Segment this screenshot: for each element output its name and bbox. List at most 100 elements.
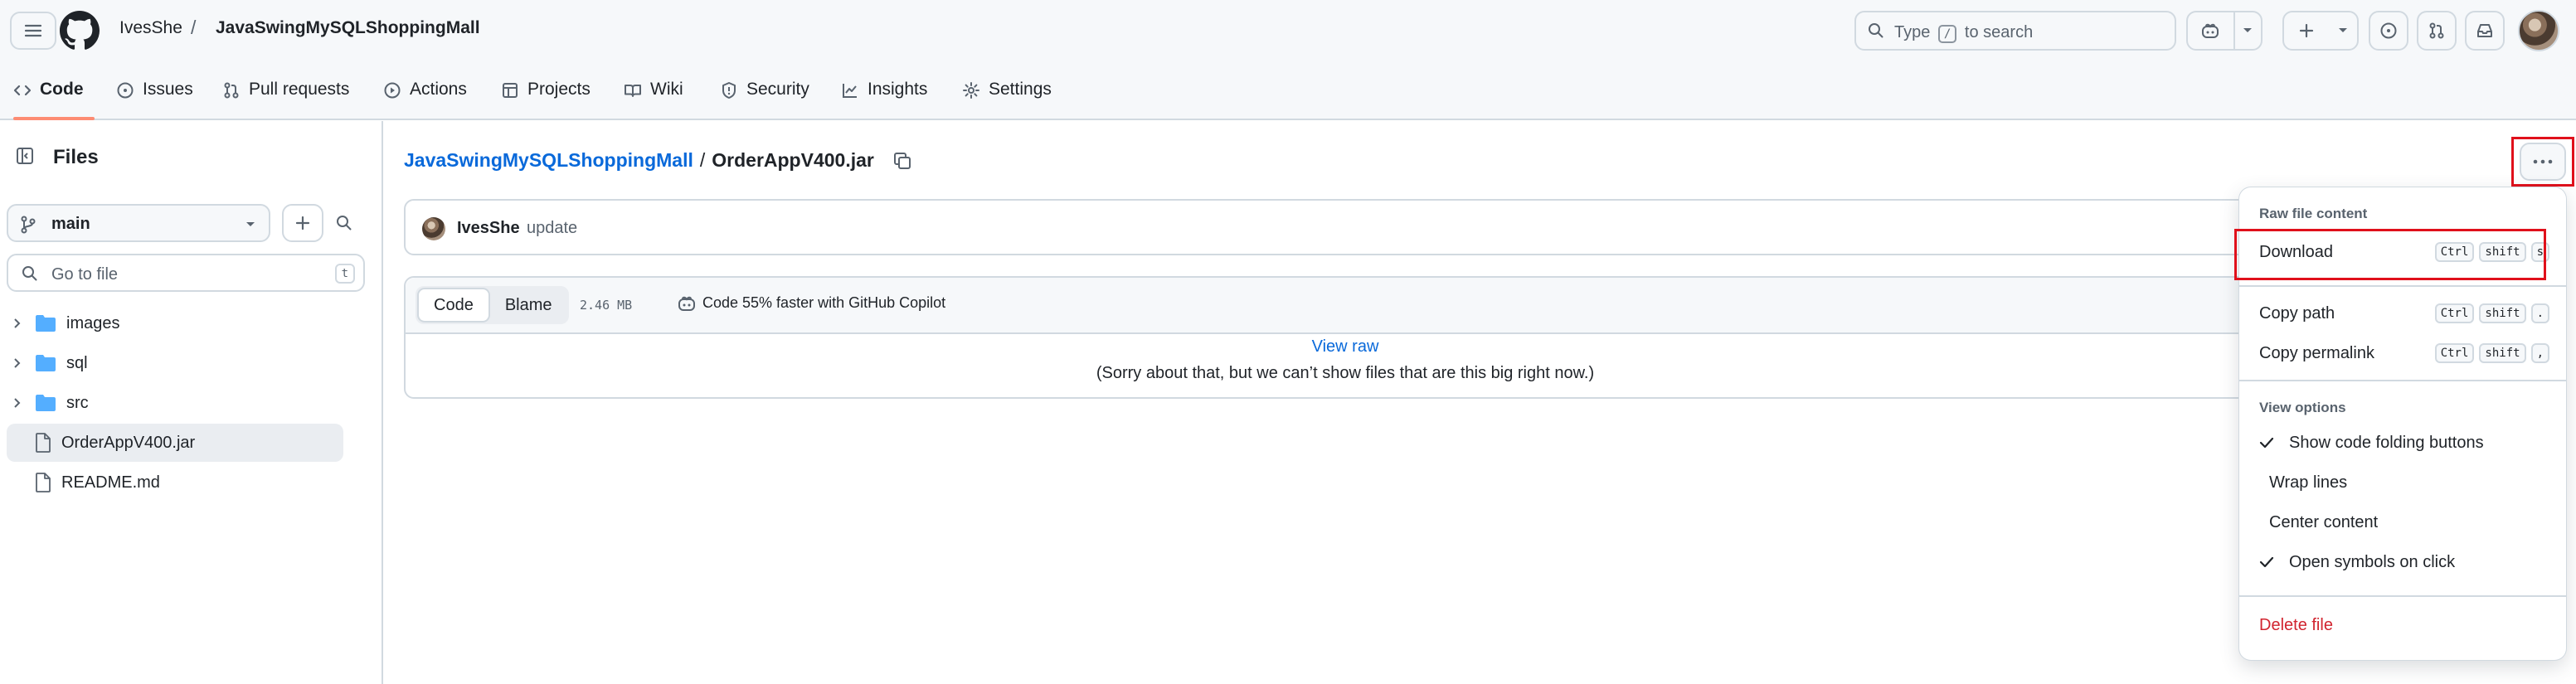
- tab-security[interactable]: Security: [720, 71, 809, 119]
- inbox-icon: [2477, 24, 2492, 37]
- show-code-folding-menu-item[interactable]: Show code folding buttons: [2259, 428, 2549, 458]
- book-icon: [625, 85, 641, 97]
- copilot-dropdown[interactable]: [2233, 12, 2261, 49]
- folder-icon: [36, 355, 56, 371]
- copy-icon: [893, 152, 911, 169]
- copilot-icon: [2202, 23, 2219, 38]
- code-blame-toggle: Code Blame: [416, 286, 569, 324]
- tab-code[interactable]: Code: [13, 71, 95, 120]
- search-input[interactable]: Type / to search: [1854, 11, 2176, 51]
- tree-file-readme-md[interactable]: README.md: [7, 463, 343, 502]
- avatar[interactable]: [2518, 10, 2559, 51]
- chevron-right-icon: [14, 358, 21, 368]
- pull-requests-button[interactable]: [2417, 11, 2457, 51]
- copilot-button[interactable]: [2188, 12, 2233, 49]
- wrap-lines-menu-item[interactable]: Wrap lines: [2259, 468, 2549, 497]
- chevron-right-icon: [14, 398, 21, 408]
- commit-author[interactable]: IvesShe: [457, 219, 520, 238]
- owner-link[interactable]: IvesShe: [119, 18, 182, 38]
- search-placeholder: Type / to search: [1894, 23, 2034, 43]
- graph-icon: [843, 84, 857, 98]
- tree-folder-images[interactable]: images: [7, 304, 343, 342]
- go-to-file-input[interactable]: Go to file t: [7, 254, 365, 292]
- copy-permalink-menu-item[interactable]: Copy permalink Ctrl shift ,: [2259, 338, 2549, 368]
- issues-icon: [2380, 22, 2397, 39]
- plus-icon: [2300, 23, 2314, 38]
- tab-issues[interactable]: Issues: [116, 71, 193, 119]
- tab-pull-requests[interactable]: Pull requests: [222, 71, 349, 119]
- search-icon: [1869, 23, 1883, 38]
- tree-folder-sql[interactable]: sql: [7, 344, 343, 382]
- breadcrumb-slash: /: [699, 149, 706, 171]
- file-icon: [36, 433, 51, 453]
- file-viewer-header: Code Blame 2.46 MB Code 55% faster with …: [406, 278, 2285, 334]
- code-view-button[interactable]: Code: [417, 288, 490, 323]
- more-options-highlight: [2511, 137, 2574, 187]
- tab-settings[interactable]: Settings: [962, 71, 1052, 119]
- current-file-name: OrderAppV400.jar: [712, 149, 874, 171]
- global-header: IvesShe / JavaSwingMySQLShoppingMall Typ…: [0, 0, 2576, 120]
- folder-icon: [36, 395, 56, 411]
- commit-message[interactable]: update: [527, 219, 577, 238]
- inbox-button[interactable]: [2465, 11, 2505, 51]
- tab-insights[interactable]: Insights: [841, 71, 927, 119]
- copy-path-button[interactable]: [892, 151, 912, 171]
- blame-view-button[interactable]: Blame: [490, 288, 567, 323]
- branch-name: main: [51, 215, 90, 233]
- shield-icon: [722, 82, 736, 99]
- view-options-heading: View options: [2259, 400, 2346, 415]
- check-icon: [2259, 437, 2274, 449]
- table-icon: [503, 83, 518, 98]
- menu-button[interactable]: [10, 12, 56, 50]
- branch-selector[interactable]: main: [7, 204, 270, 242]
- gear-icon: [963, 82, 979, 99]
- menu-divider: [2239, 595, 2566, 597]
- chevron-down-icon: [2243, 28, 2253, 32]
- code-icon: [13, 85, 32, 96]
- create-new-button[interactable]: [2284, 12, 2330, 49]
- view-raw-row: View raw: [406, 337, 2285, 357]
- collapse-sidebar-button[interactable]: [7, 138, 43, 174]
- search-files-button[interactable]: [323, 204, 365, 242]
- add-file-button[interactable]: [282, 204, 323, 242]
- copilot-promo[interactable]: Code 55% faster with GitHub Copilot: [678, 294, 945, 312]
- view-raw-link[interactable]: View raw: [1312, 337, 1379, 356]
- chevron-down-icon: [2339, 28, 2348, 32]
- tab-actions[interactable]: Actions: [383, 71, 467, 119]
- file-breadcrumb: JavaSwingMySQLShoppingMall / OrderAppV40…: [404, 149, 912, 172]
- menu-divider: [2239, 380, 2566, 381]
- sidebar-title: Files: [53, 146, 99, 168]
- center-content-menu-item[interactable]: Center content: [2259, 507, 2549, 537]
- file-too-big-message: (Sorry about that, but we can’t show fil…: [1096, 364, 1595, 382]
- search-icon: [337, 216, 352, 230]
- download-highlight: [2234, 229, 2546, 280]
- caret-down-icon: [246, 222, 255, 226]
- file-icon: [36, 473, 51, 492]
- repo-tabs: Code Issues Pull requests Actions Projec…: [0, 71, 2576, 120]
- repo-root-link[interactable]: JavaSwingMySQLShoppingMall: [404, 149, 693, 172]
- commit-author-avatar[interactable]: [422, 217, 445, 240]
- copilot-button-group: [2186, 11, 2263, 51]
- file-size: 2.46 MB: [580, 298, 633, 313]
- more-options-button[interactable]: [2520, 143, 2566, 181]
- tree-folder-src[interactable]: src: [7, 384, 343, 422]
- search-shortcut-key: /: [1937, 25, 1957, 43]
- create-dropdown[interactable]: [2330, 12, 2357, 49]
- tab-wiki[interactable]: Wiki: [624, 71, 683, 119]
- search-icon: [22, 266, 37, 281]
- menu-divider: [2239, 285, 2566, 287]
- issues-button[interactable]: [2369, 11, 2408, 51]
- go-to-file-shortcut: t: [334, 264, 355, 284]
- copy-path-menu-item[interactable]: Copy path Ctrl shift .: [2259, 298, 2549, 328]
- chevron-right-icon: [14, 318, 21, 328]
- github-logo[interactable]: [60, 11, 100, 51]
- folder-icon: [36, 315, 56, 332]
- open-symbols-menu-item[interactable]: Open symbols on click: [2259, 547, 2549, 577]
- repo-link[interactable]: JavaSwingMySQLShoppingMall: [216, 18, 480, 38]
- delete-file-menu-item[interactable]: Delete file: [2259, 610, 2549, 640]
- raw-file-content-heading: Raw file content: [2259, 206, 2368, 221]
- tree-file-orderappv400-jar[interactable]: OrderAppV400.jar: [7, 424, 343, 462]
- copilot-icon: [678, 296, 695, 311]
- tab-projects[interactable]: Projects: [501, 71, 591, 119]
- create-button-group: [2282, 11, 2359, 51]
